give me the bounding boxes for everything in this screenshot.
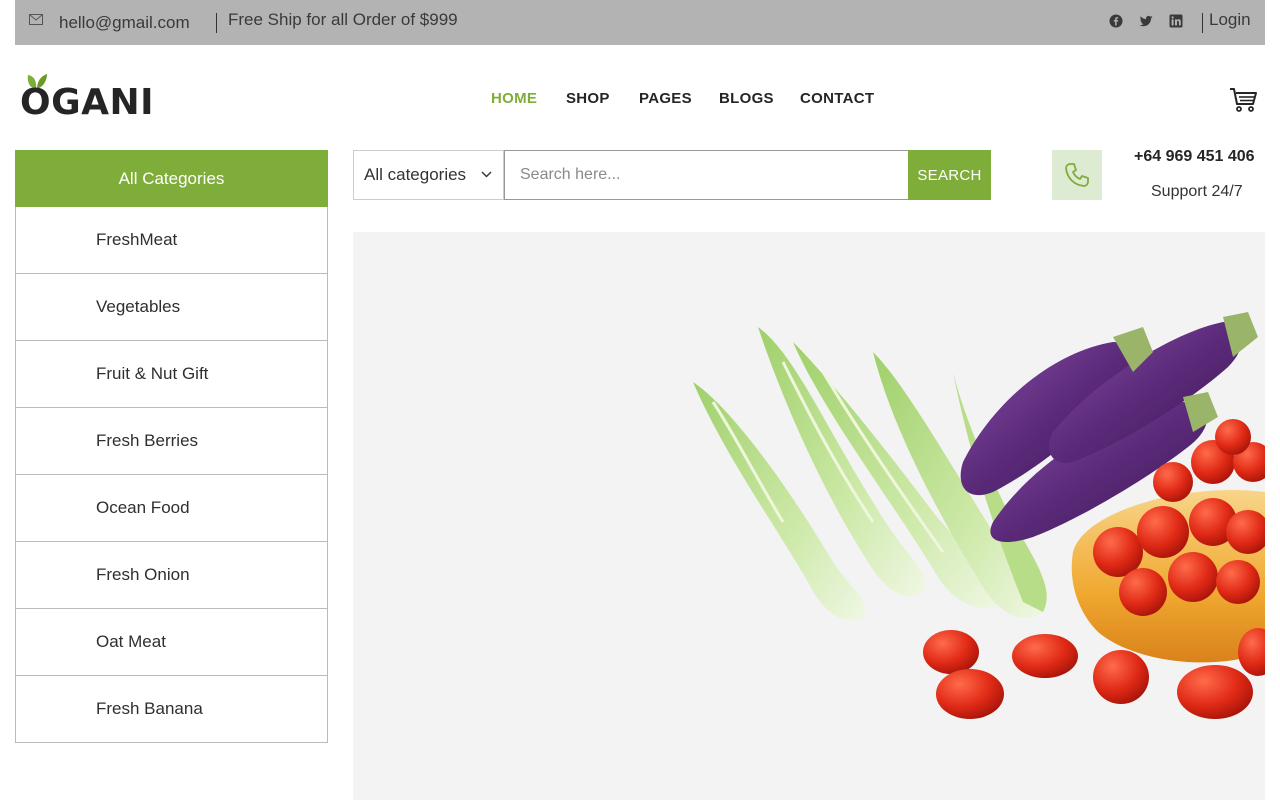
category-select[interactable]: All categories bbox=[353, 150, 504, 200]
category-item[interactable]: Fresh Berries bbox=[16, 408, 327, 475]
login-link[interactable]: Login bbox=[1209, 10, 1251, 30]
category-item[interactable]: Fresh Onion bbox=[16, 542, 327, 609]
category-item[interactable]: Fruit & Nut Gift bbox=[16, 341, 327, 408]
cart-icon[interactable] bbox=[1229, 86, 1259, 114]
category-sidebar: All Categories FreshMeat Vegetables Frui… bbox=[15, 150, 328, 743]
all-categories-header[interactable]: All Categories bbox=[15, 150, 328, 207]
divider bbox=[1202, 13, 1203, 33]
chevron-down-icon bbox=[481, 171, 492, 178]
nav-blogs[interactable]: BLOGS bbox=[719, 90, 774, 107]
nav-home[interactable]: HOME bbox=[491, 90, 537, 107]
nav-contact[interactable]: CONTACT bbox=[800, 90, 874, 107]
hero-vegetables-image bbox=[693, 312, 1265, 719]
linkedin-icon[interactable] bbox=[1169, 14, 1183, 28]
facebook-icon[interactable] bbox=[1109, 14, 1123, 28]
hero-banner bbox=[353, 232, 1265, 800]
category-item[interactable]: Ocean Food bbox=[16, 475, 327, 542]
category-item[interactable]: Fresh Banana bbox=[16, 676, 327, 743]
nav-pages[interactable]: PAGES bbox=[639, 90, 692, 107]
mail-icon bbox=[29, 14, 43, 25]
nav-shop[interactable]: SHOP bbox=[566, 90, 610, 107]
phone-number[interactable]: +64 969 451 406 bbox=[1134, 148, 1255, 166]
search-input[interactable] bbox=[504, 150, 909, 200]
phone-icon-box bbox=[1052, 150, 1102, 200]
shipping-notice: Free Ship for all Order of $999 bbox=[228, 10, 458, 29]
twitter-icon[interactable] bbox=[1139, 14, 1153, 28]
divider bbox=[216, 13, 217, 33]
phone-icon bbox=[1065, 163, 1089, 187]
top-bar: hello@gmail.com Free Ship for all Order … bbox=[15, 0, 1265, 45]
category-item[interactable]: FreshMeat bbox=[16, 207, 327, 274]
category-select-value: All categories bbox=[364, 165, 467, 184]
category-list: FreshMeat Vegetables Fruit & Nut Gift Fr… bbox=[15, 207, 328, 743]
search-button[interactable]: SEARCH bbox=[908, 150, 991, 200]
contact-email[interactable]: hello@gmail.com bbox=[59, 13, 190, 33]
category-item[interactable]: Oat Meat bbox=[16, 609, 327, 676]
category-item[interactable]: Vegetables bbox=[16, 274, 327, 341]
logo-text: OGANI bbox=[20, 82, 155, 123]
support-text: Support 24/7 bbox=[1151, 183, 1243, 200]
